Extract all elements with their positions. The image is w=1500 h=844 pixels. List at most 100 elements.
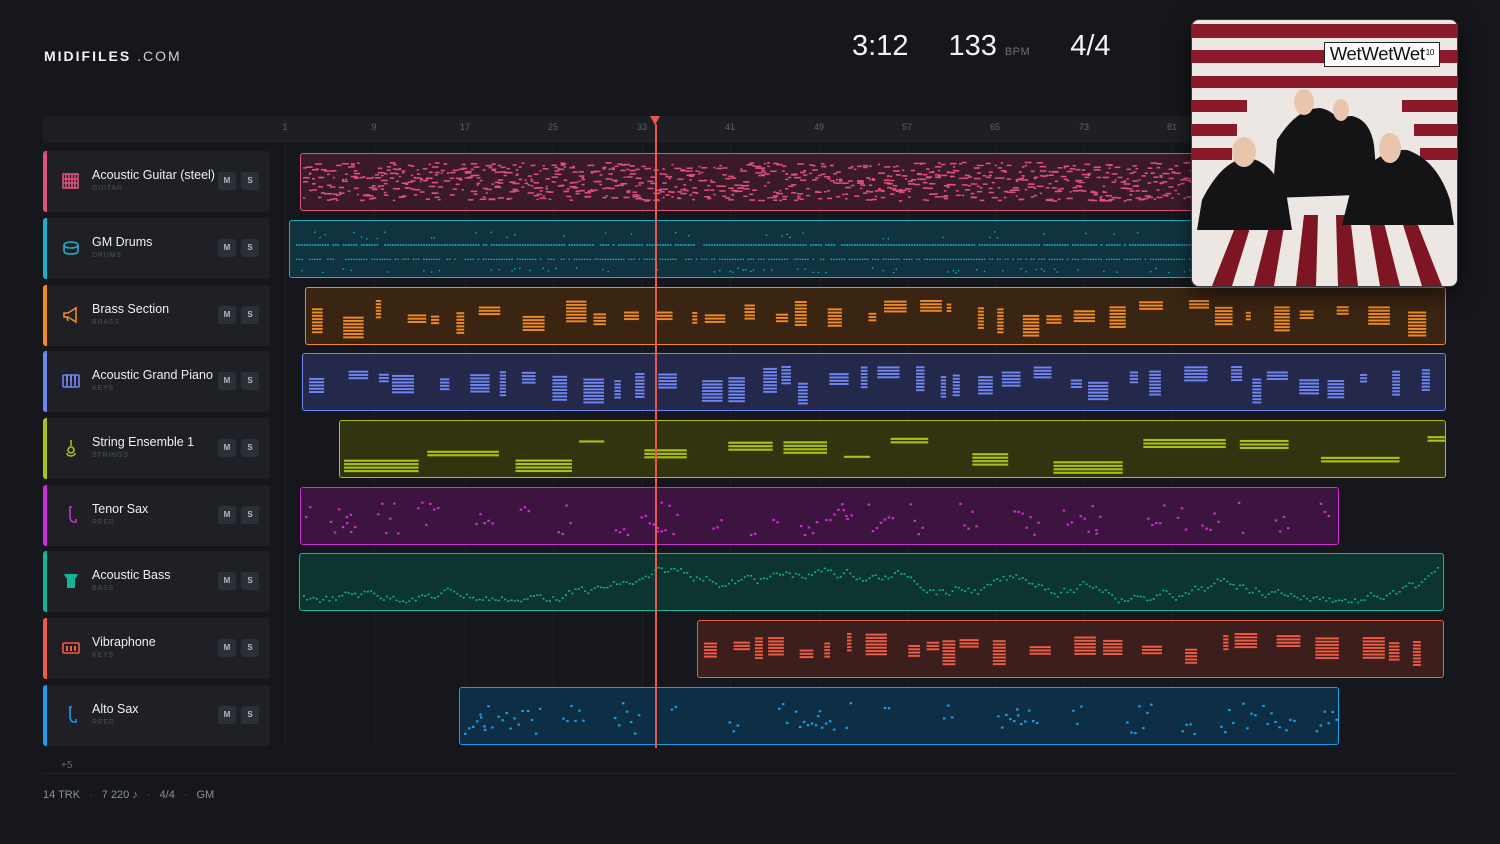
midi-standard: GM xyxy=(196,789,215,801)
mute-button[interactable]: M xyxy=(218,506,236,524)
solo-button[interactable]: S xyxy=(241,172,259,190)
track-header[interactable]: Acoustic Guitar (steel) GUITAR M S xyxy=(43,151,270,212)
violin-icon xyxy=(61,438,81,458)
track-name: Tenor Sax xyxy=(92,502,149,516)
ruler-tick: 17 xyxy=(459,122,471,132)
track-color-stripe xyxy=(43,218,47,279)
footer-stats: 14 TRK · 7 220 ♪ · 4/4 · GM xyxy=(43,789,214,801)
artist-name: WetWetWet xyxy=(1329,43,1425,64)
mute-button[interactable]: M xyxy=(218,239,236,257)
ruler-tick: 25 xyxy=(547,122,559,132)
track-category: KEYS xyxy=(92,652,114,659)
midi-clip[interactable] xyxy=(339,420,1446,478)
solo-button[interactable]: S xyxy=(241,706,259,724)
guitar-icon xyxy=(61,171,81,191)
ruler-tick: 41 xyxy=(724,122,736,132)
sax-icon xyxy=(61,705,81,725)
track-category: KEYS xyxy=(92,385,114,392)
track-color-stripe xyxy=(43,285,47,346)
midi-clip[interactable] xyxy=(300,487,1339,545)
track-category: BASS xyxy=(92,585,114,592)
track-category: GUITAR xyxy=(92,185,123,192)
ruler-tick: 1 xyxy=(282,122,288,132)
track-name: String Ensemble 1 xyxy=(92,435,195,449)
ruler-tick: 33 xyxy=(636,122,648,132)
solo-button[interactable]: S xyxy=(241,372,259,390)
mute-button[interactable]: M xyxy=(218,706,236,724)
midi-clip[interactable] xyxy=(459,687,1339,745)
footer-divider xyxy=(43,773,1456,774)
ruler-tick: 81 xyxy=(1166,122,1178,132)
track-header[interactable]: Acoustic Bass BASS M S xyxy=(43,551,270,612)
mute-button[interactable]: M xyxy=(218,306,236,324)
mute-button[interactable]: M xyxy=(218,572,236,590)
track-category: STRINGS xyxy=(92,452,129,459)
sax-icon xyxy=(61,505,81,525)
mute-button[interactable]: M xyxy=(218,439,236,457)
track-category: BRASS xyxy=(92,319,120,326)
piano-icon xyxy=(61,371,81,391)
track-color-stripe xyxy=(43,618,47,679)
track-header[interactable]: Vibraphone KEYS M S xyxy=(43,618,270,679)
album-title: WetWetWet10 xyxy=(1323,42,1440,67)
separator: · xyxy=(89,789,93,801)
logo-name: MIDIFILES xyxy=(44,48,132,64)
more-tracks-label[interactable]: +5 xyxy=(61,760,72,771)
vibraphone-icon xyxy=(61,638,81,658)
track-color-stripe xyxy=(43,351,47,412)
track-name: GM Drums xyxy=(92,235,153,249)
track-color-stripe xyxy=(43,418,47,479)
track-header[interactable]: Acoustic Grand Piano KEYS M S xyxy=(43,351,270,412)
track-color-stripe xyxy=(43,485,47,546)
mute-button[interactable]: M xyxy=(218,639,236,657)
ruler-tick: 65 xyxy=(989,122,1001,132)
solo-button[interactable]: S xyxy=(241,306,259,324)
solo-button[interactable]: S xyxy=(241,506,259,524)
note-count: 7 220 ♪ xyxy=(101,789,138,801)
tempo-unit: BPM xyxy=(1004,46,1031,58)
mute-button[interactable]: M xyxy=(218,172,236,190)
solo-button[interactable]: S xyxy=(241,639,259,657)
track-name: Acoustic Bass xyxy=(92,568,171,582)
ruler-tick: 57 xyxy=(901,122,913,132)
logo-suffix: .COM xyxy=(137,48,182,64)
separator: · xyxy=(146,789,151,801)
midi-clip[interactable] xyxy=(299,553,1444,611)
time-signature: 4/4 xyxy=(1070,30,1111,62)
track-name: Brass Section xyxy=(92,302,170,316)
track-header[interactable]: String Ensemble 1 STRINGS M S xyxy=(43,418,270,479)
midi-clip[interactable] xyxy=(697,620,1444,678)
track-count: 14 TRK xyxy=(43,789,81,801)
bass-icon xyxy=(61,571,81,591)
track-category: REED xyxy=(92,719,115,726)
track-name: Vibraphone xyxy=(92,635,156,649)
track-color-stripe xyxy=(43,151,47,212)
track-color-stripe xyxy=(43,685,47,746)
solo-button[interactable]: S xyxy=(241,239,259,257)
mute-button[interactable]: M xyxy=(218,372,236,390)
ruler-tick: 73 xyxy=(1078,122,1090,132)
song-duration: 3:12 xyxy=(852,30,909,62)
horn-icon xyxy=(61,305,81,325)
midi-clip[interactable] xyxy=(305,287,1446,345)
ruler-tick: 9 xyxy=(371,122,377,132)
track-header[interactable]: Brass Section BRASS M S xyxy=(43,285,270,346)
footer-time-signature: 4/4 xyxy=(159,789,175,801)
track-header[interactable]: GM Drums DRUMS M S xyxy=(43,218,270,279)
tempo-value: 133 xyxy=(948,30,997,62)
ruler-tick: 49 xyxy=(813,122,825,132)
solo-button[interactable]: S xyxy=(241,439,259,457)
track-name: Acoustic Grand Piano xyxy=(92,368,213,382)
site-logo[interactable]: MIDIFILES .COM xyxy=(44,48,182,64)
solo-button[interactable]: S xyxy=(241,572,259,590)
playhead-handle[interactable] xyxy=(650,116,660,125)
track-header[interactable]: Alto Sax REED M S xyxy=(43,685,270,746)
album-cover: WetWetWet10 xyxy=(1191,19,1458,287)
separator: · xyxy=(183,789,188,801)
midi-clip[interactable] xyxy=(302,353,1446,411)
track-color-stripe xyxy=(43,551,47,612)
playhead[interactable] xyxy=(655,124,657,748)
track-header[interactable]: Tenor Sax REED M S xyxy=(43,485,270,546)
track-category: DRUMS xyxy=(92,252,122,259)
track-category: REED xyxy=(92,519,115,526)
